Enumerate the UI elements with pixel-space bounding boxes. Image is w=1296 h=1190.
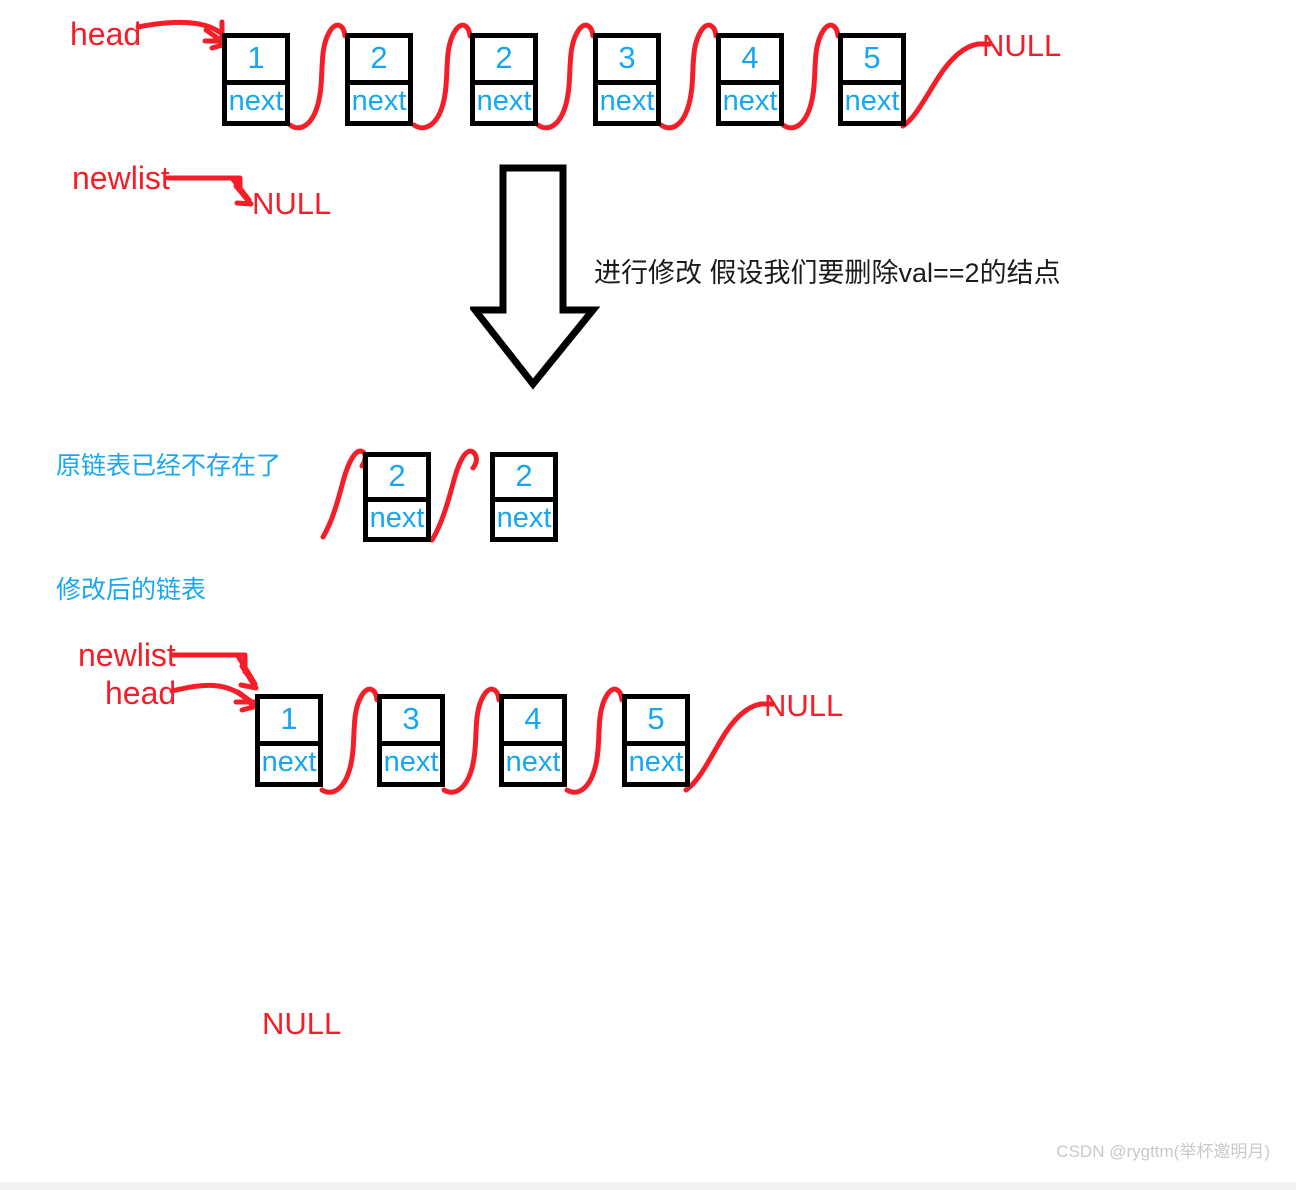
curve-node5-to-node6 <box>780 22 841 131</box>
curve-dangle-left-of-first-removed <box>320 448 368 540</box>
list-node: 5 next <box>838 33 906 126</box>
node-value: 2 <box>388 458 406 493</box>
curve-head-to-node1 <box>135 19 225 37</box>
curve-r1-to-r2 <box>319 686 380 795</box>
list-node: 1 next <box>222 33 290 126</box>
null-target-newlist-initial: NULL <box>252 186 332 221</box>
pointer-label-head-result: head <box>105 675 177 711</box>
list-node: 3 next <box>377 694 445 787</box>
curve-node6-to-null <box>900 41 993 129</box>
curve-newlist-to-null-arrowhead <box>233 183 254 207</box>
list-node: 1 next <box>255 694 323 787</box>
node-next-field: next <box>382 740 440 783</box>
node-next-field: next <box>350 79 408 122</box>
node-value: 2 <box>495 39 513 75</box>
diagram-canvas: head 1 next 2 next 2 next 3 next 4 next … <box>0 0 1296 1190</box>
node-value: 1 <box>280 700 298 736</box>
footer-bar <box>0 1182 1296 1190</box>
curve-r4-to-null <box>683 701 776 793</box>
result-list-caption: 修改后的链表 <box>56 576 207 604</box>
node-value: 5 <box>647 700 665 736</box>
node-next-field: next <box>475 79 533 122</box>
null-terminator-result: NULL <box>764 688 844 723</box>
removed-nodes-caption: 原链表已经不存在了 <box>56 452 282 480</box>
curve-r2-to-r3 <box>441 686 502 795</box>
stray-null-label: NULL <box>262 1006 342 1041</box>
node-next-field: next <box>495 497 553 537</box>
node-value: 4 <box>741 39 759 75</box>
node-next-field: next <box>598 79 656 122</box>
list-node: 4 next <box>499 694 567 787</box>
curve-newlist-to-null-stem <box>165 175 243 193</box>
list-node: 4 next <box>716 33 784 126</box>
removed-list-node: 2 next <box>490 452 558 542</box>
curve-node3-to-node4 <box>535 22 596 131</box>
list-node: 2 next <box>345 33 413 126</box>
node-value: 3 <box>402 700 420 736</box>
node-value: 4 <box>524 700 542 736</box>
curve-newlist2-diag <box>235 653 258 687</box>
curve-r3-to-r4 <box>564 686 625 795</box>
node-next-field: next <box>843 79 901 122</box>
list-node: 3 next <box>593 33 661 126</box>
curve-head2-to-node1 <box>169 682 256 709</box>
curve-newlist2-stem <box>169 652 248 675</box>
curve-newlist-to-null-diag <box>229 175 252 203</box>
node-next-field: next <box>721 79 779 122</box>
curve-node2-to-node3 <box>411 22 473 131</box>
removed-list-node: 2 next <box>363 452 431 542</box>
node-next-field: next <box>227 79 285 122</box>
curve-node4-to-node5 <box>658 22 719 131</box>
node-next-field: next <box>504 740 562 783</box>
csdn-watermark: CSDN @rygttm(举杯邀明月) <box>1056 1142 1270 1161</box>
node-value: 2 <box>515 458 533 493</box>
node-next-field: next <box>260 740 318 783</box>
down-arrow-icon <box>470 164 601 390</box>
node-next-field: next <box>368 497 426 537</box>
transition-note: 进行修改 假设我们要删除val==2的结点 <box>594 258 1061 288</box>
pointer-label-head-original: head <box>70 16 142 52</box>
node-value: 1 <box>247 39 265 75</box>
list-node: 5 next <box>622 694 690 787</box>
node-value: 3 <box>618 39 636 75</box>
curve-dangle-left-of-second-removed <box>429 448 479 543</box>
list-node: 2 next <box>470 33 538 126</box>
node-value: 2 <box>370 39 388 75</box>
node-value: 5 <box>863 39 881 75</box>
pointer-label-newlist-result: newlist <box>78 637 176 673</box>
curve-node1-to-node2 <box>287 22 348 131</box>
curve-newlist2-arrowhead <box>238 663 259 691</box>
pointer-label-newlist-initial: newlist <box>72 160 170 196</box>
null-terminator-original: NULL <box>982 28 1062 63</box>
node-next-field: next <box>627 740 685 783</box>
